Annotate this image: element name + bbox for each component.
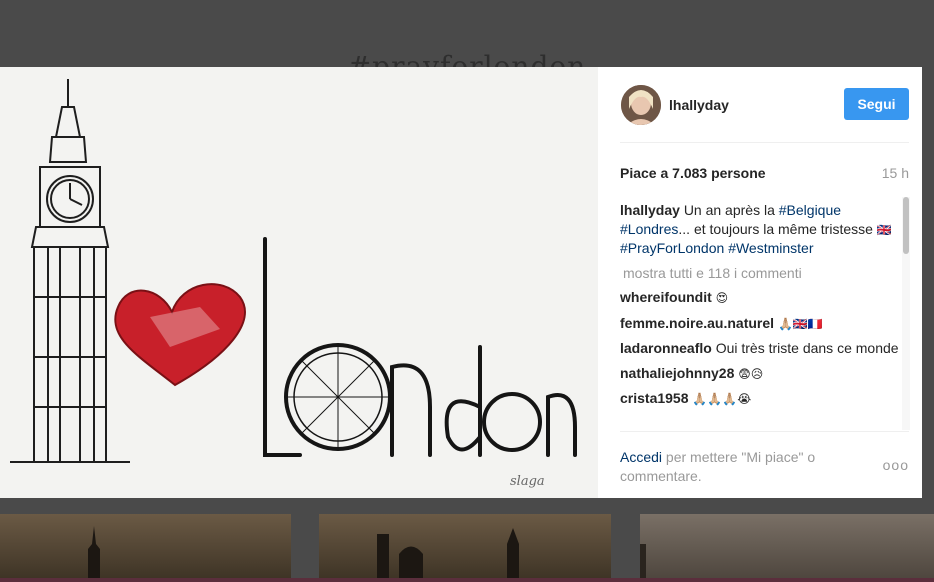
post-time[interactable]: 15 h	[882, 165, 909, 181]
flag-emoji: 🇬🇧	[876, 222, 892, 237]
comment-username[interactable]: nathaliejohnny28	[620, 365, 734, 381]
comments-scrollbar[interactable]	[902, 197, 910, 430]
comment-text: 😍	[715, 291, 729, 305]
comment-item: ladaronneaflo Oui très triste dans ce mo…	[620, 339, 904, 358]
comments-list: lhallyday Un an après la #Belgique #Lond…	[620, 201, 904, 429]
comment-username[interactable]: femme.noire.au.naturel	[620, 315, 774, 331]
caption-text: Un an après la	[683, 202, 779, 218]
comment-text: 🙏🏼🙏🏼🙏🏼😭	[692, 392, 752, 406]
svg-text:slaga: slaga	[510, 474, 545, 489]
caption-text: ... et toujours la même tristesse	[678, 220, 873, 237]
hashtag-link[interactable]: #Londres	[620, 221, 678, 237]
post-author-username[interactable]: lhallyday	[669, 97, 729, 113]
caption-username[interactable]: lhallyday	[620, 202, 680, 218]
caption: lhallyday Un an après la #Belgique #Lond…	[620, 201, 904, 258]
background-thumbnail[interactable]	[319, 514, 611, 582]
hashtag-link[interactable]: #Westminster	[728, 240, 813, 256]
background-strip	[0, 578, 934, 582]
comment-username[interactable]: crista1958	[620, 390, 689, 406]
hashtag-link[interactable]: #PrayForLondon	[620, 240, 724, 256]
background-thumbnail[interactable]	[0, 514, 291, 582]
likes-count[interactable]: Piace a 7.083 persone	[620, 165, 766, 181]
post-sidebar: lhallyday Segui Piace a 7.083 persone 15…	[598, 67, 922, 498]
comment-text: 😨😥	[738, 366, 764, 381]
more-options-icon[interactable]: ooo	[883, 456, 909, 475]
comment-username[interactable]: ladaronneaflo	[620, 340, 712, 356]
avatar[interactable]	[621, 84, 661, 125]
hashtag-link[interactable]: #Belgique	[779, 202, 841, 218]
likes-row: Piace a 7.083 persone 15 h	[620, 165, 909, 181]
post-header: lhallyday Segui	[620, 67, 909, 143]
comment-item: whereifoundit 😍	[620, 288, 904, 308]
comment-text: 🙏🏼🇬🇧🇫🇷	[777, 316, 823, 331]
post-photo[interactable]: slaga	[0, 67, 598, 498]
follow-button[interactable]: Segui	[844, 88, 909, 120]
background-thumbnail[interactable]	[640, 514, 934, 582]
comment-item: crista1958 🙏🏼🙏🏼🙏🏼😭	[620, 389, 904, 409]
login-footer: Accedi per mettere "Mi piace" o commenta…	[620, 431, 909, 485]
comment-item: nathaliejohnny28 😨😥	[620, 364, 904, 384]
login-prompt: Accedi per mettere "Mi piace" o commenta…	[620, 448, 840, 485]
login-link[interactable]: Accedi	[620, 449, 662, 465]
comment-item: femme.noire.au.naturel 🙏🏼🇬🇧🇫🇷	[620, 314, 904, 334]
view-all-comments-link[interactable]: mostra tutti e 118 i commenti	[623, 264, 904, 283]
comment-username[interactable]: whereifoundit	[620, 289, 712, 305]
scrollbar-thumb[interactable]	[903, 197, 909, 254]
post-modal: slaga lhallyday Segui Piace a 7.083 pers…	[0, 67, 922, 498]
comment-text: Oui très triste dans ce monde	[715, 340, 899, 356]
